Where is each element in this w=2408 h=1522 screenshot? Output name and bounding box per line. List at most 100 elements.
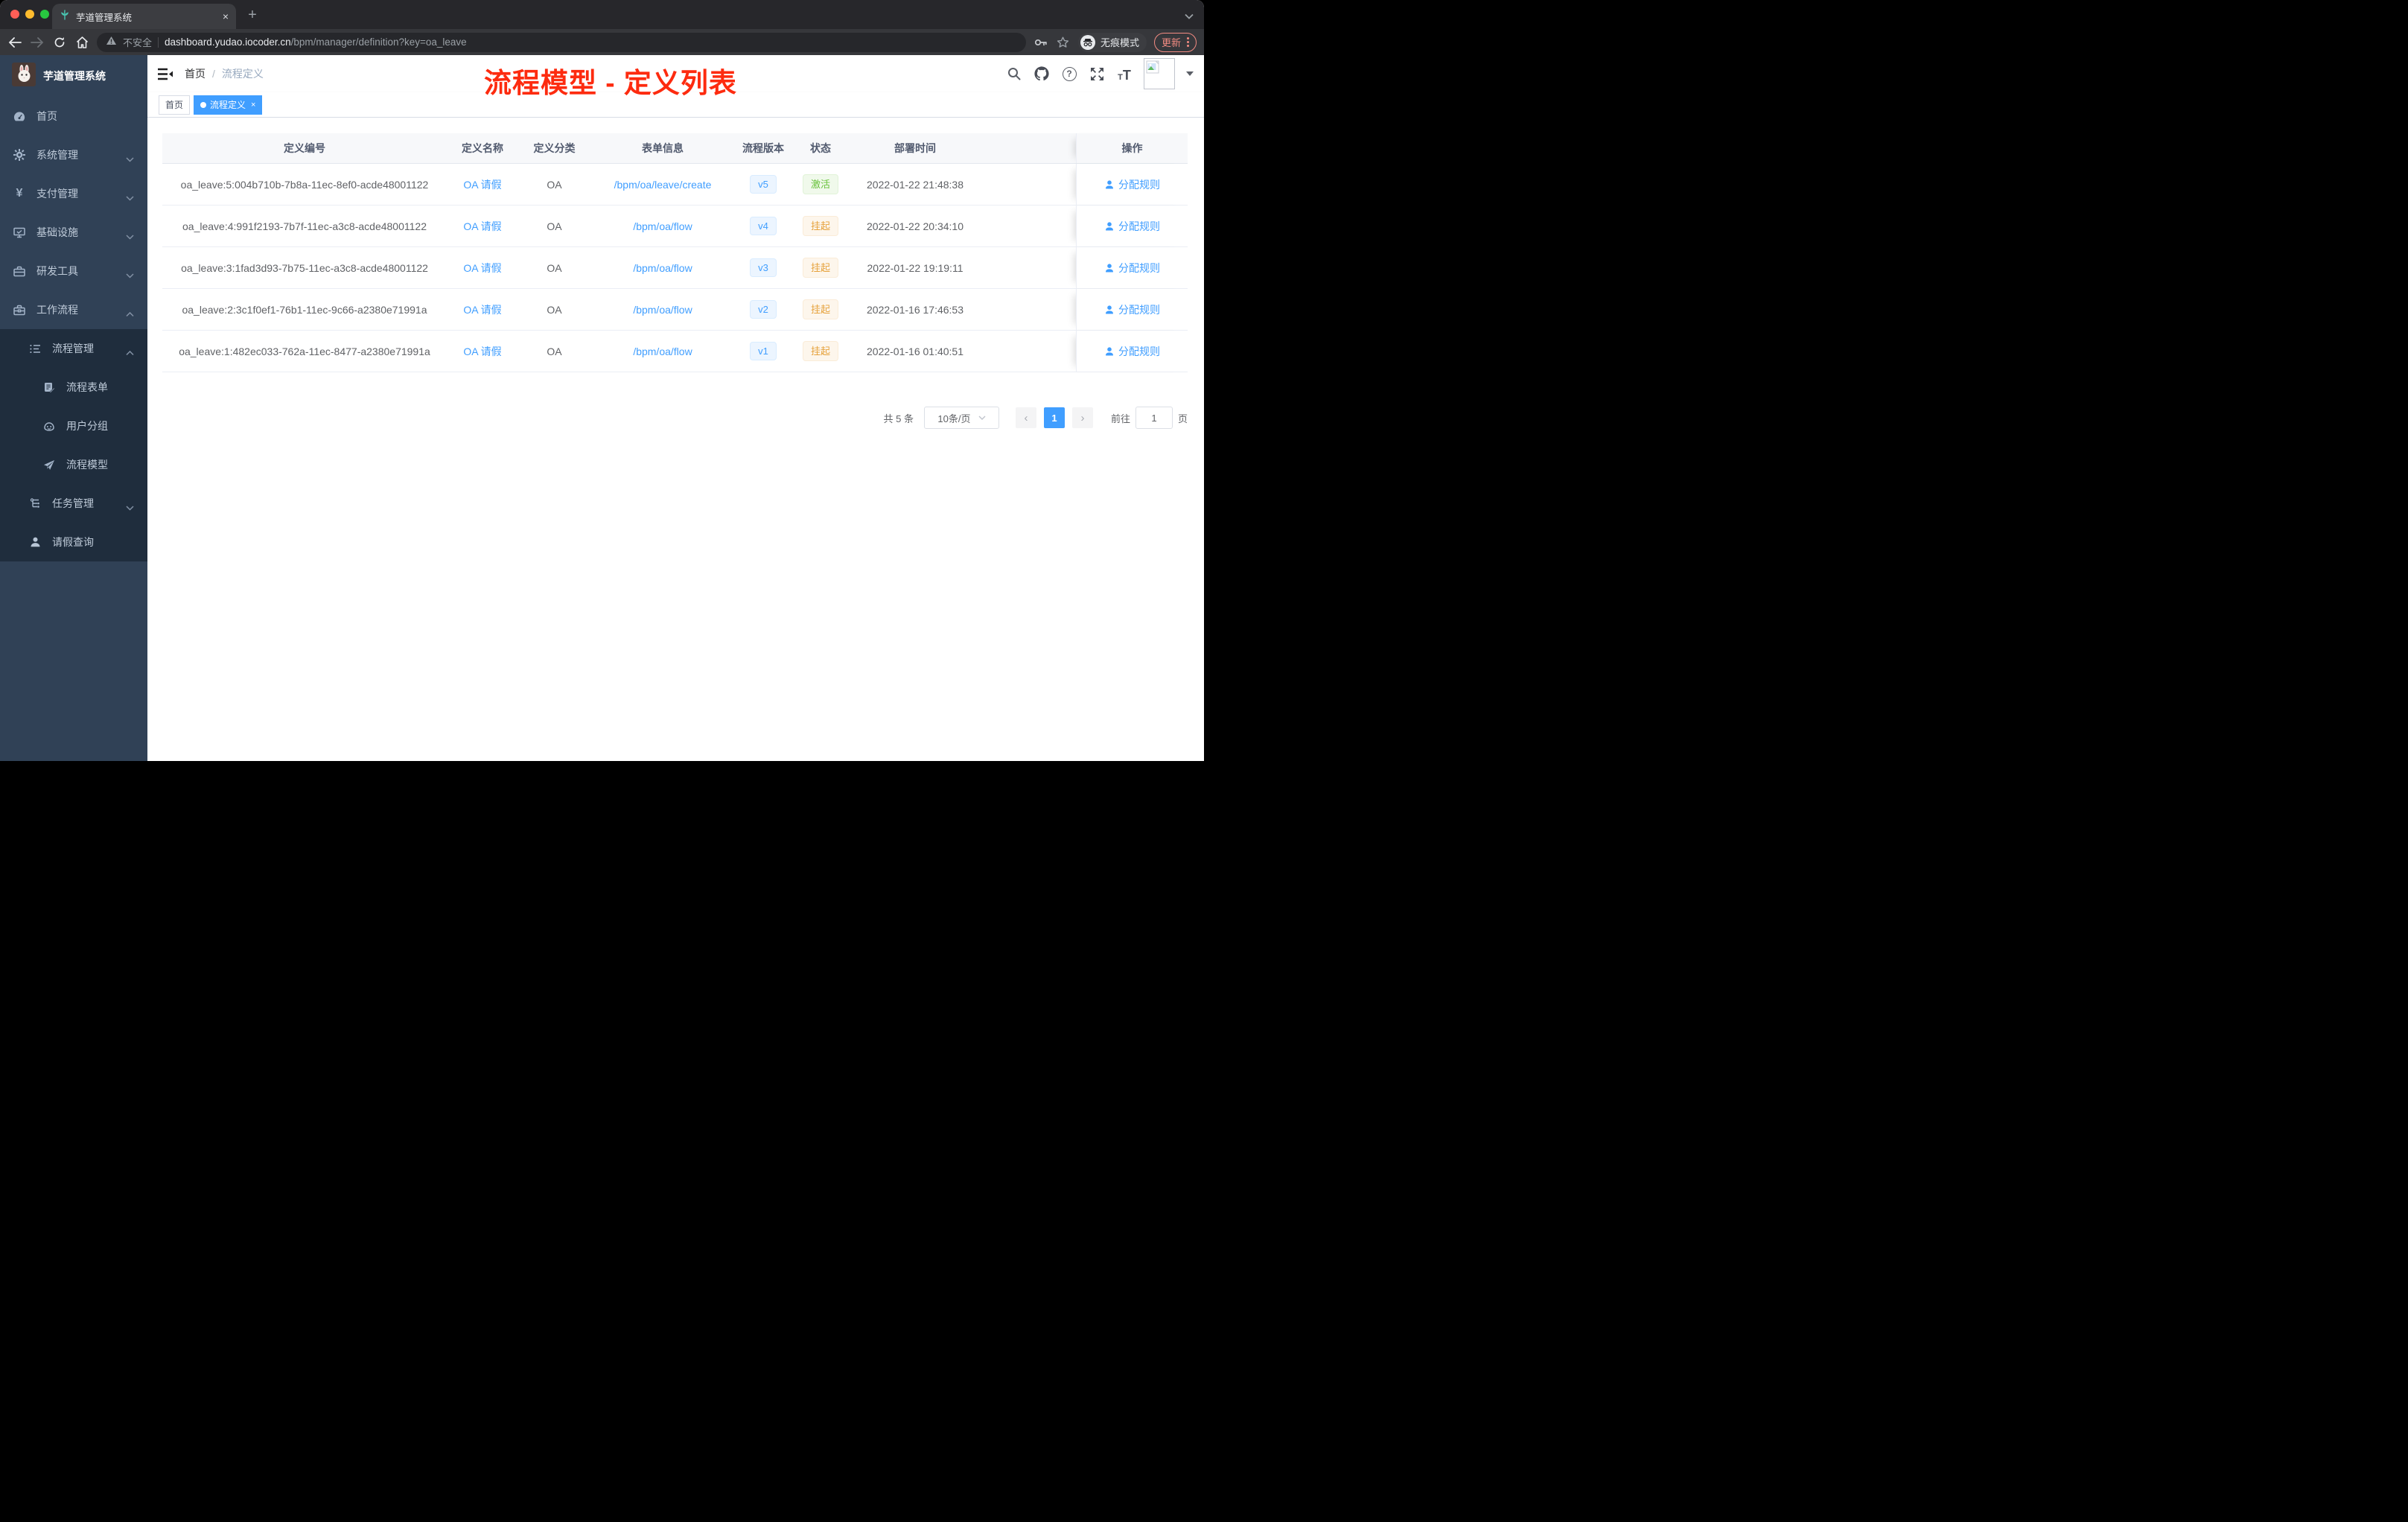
sidebar-item-devtools[interactable]: 研发工具 [0, 252, 147, 290]
status-tag: 挂起 [802, 341, 838, 361]
chevron-down-icon [126, 501, 134, 513]
deploy-time: 2022-01-22 20:34:10 [867, 220, 963, 232]
active-dot-icon [200, 101, 207, 108]
password-key-icon[interactable] [1033, 35, 1048, 50]
form-info-link[interactable]: /bpm/oa/flow [633, 220, 692, 232]
help-icon[interactable]: ? [1061, 66, 1077, 82]
font-size-icon[interactable]: TT [1116, 66, 1133, 82]
assign-rule-link[interactable]: 分配规则 [1104, 261, 1160, 276]
column-header: 状态 [810, 142, 831, 154]
definition-name-link[interactable]: OA 请假 [463, 344, 501, 359]
back-icon[interactable] [7, 35, 22, 50]
definition-category: OA [547, 220, 562, 232]
briefcase-icon [13, 305, 25, 316]
pagination-total: 共 5 条 [883, 413, 914, 424]
definition-category: OA [547, 178, 562, 191]
security-label[interactable]: 不安全 [123, 35, 152, 49]
assign-rule-link[interactable]: 分配规则 [1104, 302, 1160, 317]
tag-home[interactable]: 首页 [159, 95, 191, 115]
sidebar-item-process-model[interactable]: 流程模型 [0, 445, 147, 484]
update-menu-button[interactable]: 更新 [1153, 32, 1197, 52]
breadcrumb: 首页 / 流程定义 [185, 66, 264, 81]
url-text[interactable]: dashboard.yudao.iocoder.cn/bpm/manager/d… [165, 36, 467, 48]
kebab-menu-icon[interactable] [1187, 37, 1189, 47]
table-row: oa_leave:5:004b710b-7b8a-11ec-8ef0-acde4… [162, 164, 1188, 206]
assign-rule-link[interactable]: 分配规则 [1104, 219, 1160, 234]
monitor-icon [13, 227, 25, 238]
forward-icon[interactable] [30, 35, 45, 50]
sidebar-item-payment[interactable]: ¥ 支付管理 [0, 174, 147, 213]
hamburger-icon[interactable] [158, 68, 173, 80]
form-info-link[interactable]: /bpm/oa/flow [633, 262, 692, 274]
dashboard-icon [13, 111, 25, 122]
form-info-link[interactable]: /bpm/oa/flow [633, 346, 692, 357]
prev-page-button[interactable]: ‹ [1015, 407, 1036, 428]
breadcrumb-separator: / [212, 68, 215, 80]
avatar-caret-icon[interactable] [1186, 71, 1194, 76]
bookmark-star-icon[interactable] [1056, 35, 1071, 50]
tag-close-icon[interactable]: × [251, 101, 255, 109]
sidebar-item-leave-query[interactable]: 请假查询 [0, 523, 147, 561]
assign-rule-link[interactable]: 分配规则 [1104, 344, 1160, 359]
assign-rule-link[interactable]: 分配规则 [1104, 177, 1160, 192]
sidebar-item-user-group[interactable]: 用户分组 [0, 407, 147, 445]
sidebar-item-process-form[interactable]: 流程表单 [0, 368, 147, 407]
deploy-time: 2022-01-22 19:19:11 [867, 261, 963, 274]
traffic-lights[interactable] [10, 10, 49, 19]
next-page-button[interactable]: › [1071, 407, 1093, 428]
sidebar-item-workflow[interactable]: 工作流程 [0, 290, 147, 329]
goto-page-input[interactable] [1135, 407, 1173, 429]
incognito-badge: 无痕模式 [1077, 32, 1147, 52]
robot-icon [43, 421, 55, 431]
definition-name-link[interactable]: OA 请假 [463, 219, 501, 234]
tag-process-definition[interactable]: 流程定义 × [194, 95, 263, 115]
sidebar-item-infra[interactable]: 基础设施 [0, 213, 147, 252]
deploy-time: 2022-01-16 01:40:51 [867, 345, 963, 357]
definition-name-link[interactable]: OA 请假 [463, 261, 501, 276]
breadcrumb-home[interactable]: 首页 [185, 66, 206, 81]
maximize-window-button[interactable] [40, 10, 49, 19]
search-icon[interactable] [1006, 66, 1022, 82]
browser-tab[interactable]: 芋道管理系统 × [52, 4, 236, 29]
form-info-link[interactable]: /bpm/oa/leave/create [614, 179, 712, 191]
sidebar-item-task-mgmt[interactable]: 任务管理 [0, 484, 147, 523]
home-icon[interactable] [74, 35, 89, 50]
deploy-time: 2022-01-22 21:48:38 [867, 178, 963, 191]
toolbox-icon [13, 266, 25, 277]
reload-icon[interactable] [52, 35, 67, 50]
definition-name-link[interactable]: OA 请假 [463, 302, 501, 317]
tab-close-icon[interactable]: × [223, 11, 229, 22]
update-label[interactable]: 更新 [1162, 35, 1181, 49]
form-info-link[interactable]: /bpm/oa/flow [633, 304, 692, 316]
fullscreen-icon[interactable] [1089, 66, 1105, 82]
paper-plane-icon [43, 459, 55, 471]
definition-category: OA [547, 261, 562, 274]
sidebar: 芋道管理系统 首页 系统管理 ¥ 支付管理 基础设施 研发工具 工作流程 流程管… [0, 55, 147, 761]
workflow-submenu: 流程管理 流程表单 用户分组 流程模型 任务管理 请假查询 [0, 329, 147, 561]
chevron-up-icon [126, 346, 134, 358]
sidebar-item-system[interactable]: 系统管理 [0, 136, 147, 174]
chevron-down-icon [126, 269, 134, 281]
address-bar[interactable]: 不安全 dashboard.yudao.iocoder.cn/bpm/manag… [97, 32, 1026, 52]
close-window-button[interactable] [10, 10, 19, 19]
tab-search-chevron-icon[interactable] [1185, 10, 1194, 23]
column-header: 流程版本 [742, 142, 784, 154]
page-size-select[interactable]: 10条/页 [923, 407, 999, 429]
user-icon [1106, 305, 1113, 314]
definition-id: oa_leave:1:482ec033-762a-11ec-8477-a2380… [179, 345, 430, 357]
definition-name-link[interactable]: OA 请假 [463, 177, 501, 192]
url-domain: dashboard.yudao.iocoder.cn [165, 36, 291, 48]
logo-rabbit-avatar [12, 62, 36, 90]
current-page-button[interactable]: 1 [1043, 407, 1065, 428]
sidebar-item-process-mgmt[interactable]: 流程管理 [0, 329, 147, 368]
deploy-time: 2022-01-16 17:46:53 [867, 303, 963, 316]
github-icon[interactable] [1033, 66, 1050, 82]
sidebar-item-home[interactable]: 首页 [0, 97, 147, 136]
warning-icon [106, 36, 117, 49]
definition-id: oa_leave:5:004b710b-7b8a-11ec-8ef0-acde4… [180, 178, 429, 191]
table-row: oa_leave:1:482ec033-762a-11ec-8477-a2380… [162, 331, 1188, 372]
avatar[interactable] [1144, 58, 1175, 89]
column-header: 定义分类 [533, 142, 576, 154]
minimize-window-button[interactable] [25, 10, 34, 19]
new-tab-button[interactable]: + [243, 6, 261, 24]
